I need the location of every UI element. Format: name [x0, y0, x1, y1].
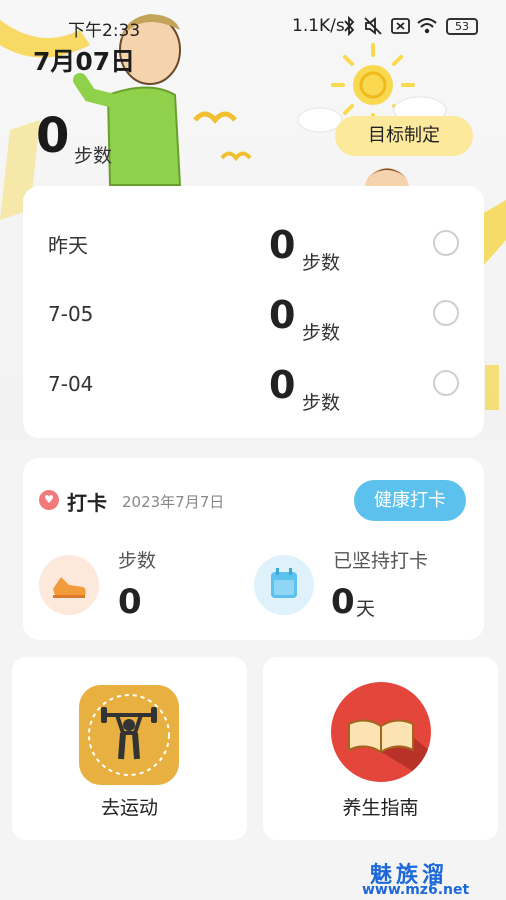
- checkin-title: 打卡: [67, 491, 107, 515]
- history-row[interactable]: 昨天 0 步数: [23, 201, 484, 274]
- checkin-date: 2023年7月7日: [122, 493, 225, 511]
- checkin-card: ♥ 打卡 2023年7月7日 健康打卡 步数 0 已坚持打卡 0 天: [23, 458, 484, 640]
- history-row[interactable]: 7-05 0 步数: [23, 271, 484, 344]
- history-row[interactable]: 7-04 0 步数: [23, 341, 484, 414]
- streak-unit: 天: [356, 598, 376, 620]
- battery-indicator: 53: [446, 18, 478, 35]
- history-radio[interactable]: [433, 230, 459, 256]
- sneaker-icon: [39, 555, 99, 615]
- mute-icon: [362, 16, 384, 36]
- steps-value: 0: [118, 582, 142, 622]
- today-steps-unit: 步数: [74, 145, 113, 167]
- today-steps-value: 0: [36, 108, 70, 164]
- history-radio[interactable]: [433, 370, 459, 396]
- streak-value: 0: [331, 582, 355, 622]
- network-speed: 1.1K/s: [292, 16, 345, 36]
- no-sim-icon: [390, 16, 412, 36]
- streak-label: 已坚持打卡: [333, 550, 429, 572]
- history-radio[interactable]: [433, 300, 459, 326]
- set-goal-button[interactable]: 目标制定: [335, 116, 473, 156]
- health-guide-tile[interactable]: 养生指南: [263, 657, 498, 840]
- history-steps-unit: 步数: [302, 392, 341, 414]
- weightlifter-icon: [79, 685, 179, 785]
- watermark-url: www.mz6.net: [362, 882, 470, 898]
- heart-icon: ♥: [39, 490, 59, 510]
- calendar-icon: [254, 555, 314, 615]
- steps-label: 步数: [118, 550, 157, 572]
- wifi-icon: [416, 16, 438, 36]
- step-history-card: 昨天 0 步数 7-05 0 步数 7-04 0 步数: [23, 186, 484, 438]
- history-steps-value: 0: [269, 223, 296, 267]
- go-exercise-label: 去运动: [100, 797, 158, 819]
- open-book-icon: [331, 682, 431, 782]
- go-exercise-tile[interactable]: 去运动: [12, 657, 247, 840]
- history-date: 7-04: [48, 372, 94, 396]
- health-guide-label: 养生指南: [342, 797, 419, 819]
- history-steps-value: 0: [269, 363, 296, 407]
- history-steps-value: 0: [269, 293, 296, 337]
- history-date: 昨天: [48, 233, 88, 258]
- status-time: 下午2:33: [68, 21, 141, 41]
- history-date: 7-05: [48, 302, 94, 326]
- health-checkin-button[interactable]: 健康打卡: [354, 480, 466, 521]
- current-date: 7月07日: [33, 47, 136, 76]
